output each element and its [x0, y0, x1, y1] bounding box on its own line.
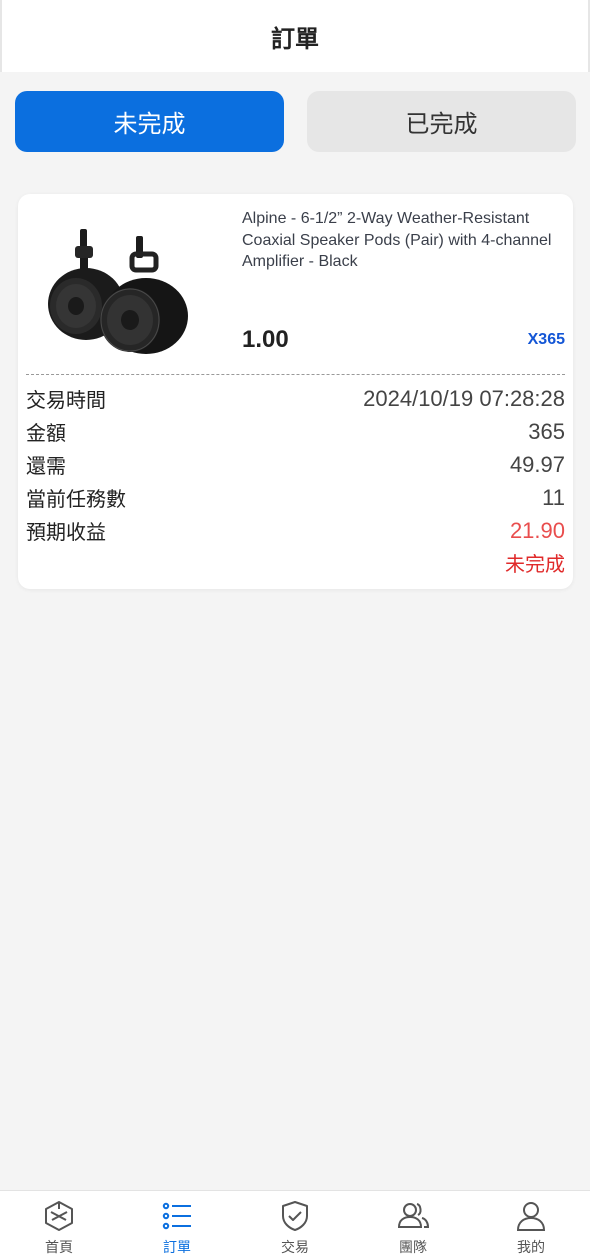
row-label: 交易時間 [26, 390, 106, 412]
nav-label: 交易 [281, 1239, 309, 1255]
product-price: 1.00 [242, 326, 289, 353]
nav-label: 團隊 [399, 1239, 427, 1255]
tab-incomplete[interactable]: 未完成 [15, 91, 284, 152]
row-label: 當前任務數 [26, 489, 126, 511]
row-label: 預期收益 [26, 522, 106, 544]
order-status-tabs: 未完成 已完成 [15, 91, 576, 152]
row-value: 11 [542, 484, 565, 510]
speaker-pods-image [48, 229, 188, 354]
nav-label: 訂單 [163, 1239, 191, 1255]
nav-label: 首頁 [45, 1239, 73, 1255]
row-trade-time: 交易時間 2024/10/19 07:28:28 [26, 382, 565, 415]
nav-item-home[interactable]: 首頁 [0, 1191, 118, 1260]
row-value: 49.97 [509, 451, 565, 477]
page-header: 訂單 [0, 0, 590, 72]
list-icon [162, 1202, 191, 1230]
nav-item-orders[interactable]: 訂單 [118, 1191, 236, 1260]
row-value: 2024/10/19 07:28:28 [363, 385, 565, 411]
product-title: Alpine - 6-1/2” 2-Way Weather-Resistant … [242, 210, 552, 270]
status-badge: 未完成 [505, 554, 565, 576]
row-current-tasks: 當前任務數 11 [26, 481, 565, 514]
nav-label: 我的 [517, 1239, 545, 1255]
tab-completed[interactable]: 已完成 [307, 91, 576, 152]
nav-item-profile[interactable]: 我的 [472, 1191, 590, 1260]
row-value: 365 [528, 418, 565, 444]
row-remaining: 還需 49.97 [26, 448, 565, 481]
page-title: 訂單 [271, 25, 319, 53]
team-icon [397, 1203, 430, 1228]
product-quantity: X365 [527, 331, 565, 348]
dashed-divider [26, 374, 565, 375]
row-value: 21.90 [509, 517, 565, 543]
home-cube-icon [45, 1201, 73, 1231]
nav-item-trade[interactable]: 交易 [236, 1191, 354, 1260]
bottom-nav: 首頁 訂單 交易 團隊 我的 [0, 1190, 590, 1260]
order-card[interactable]: Alpine - 6-1/2” 2-Way Weather-Resistant … [18, 194, 573, 589]
row-expected-profit: 預期收益 21.90 [26, 514, 565, 547]
row-label: 金額 [26, 423, 66, 445]
row-amount: 金額 365 [26, 415, 565, 448]
row-label: 還需 [26, 456, 66, 478]
shield-check-icon [282, 1201, 308, 1231]
user-icon [516, 1202, 546, 1231]
nav-item-team[interactable]: 團隊 [354, 1191, 472, 1260]
